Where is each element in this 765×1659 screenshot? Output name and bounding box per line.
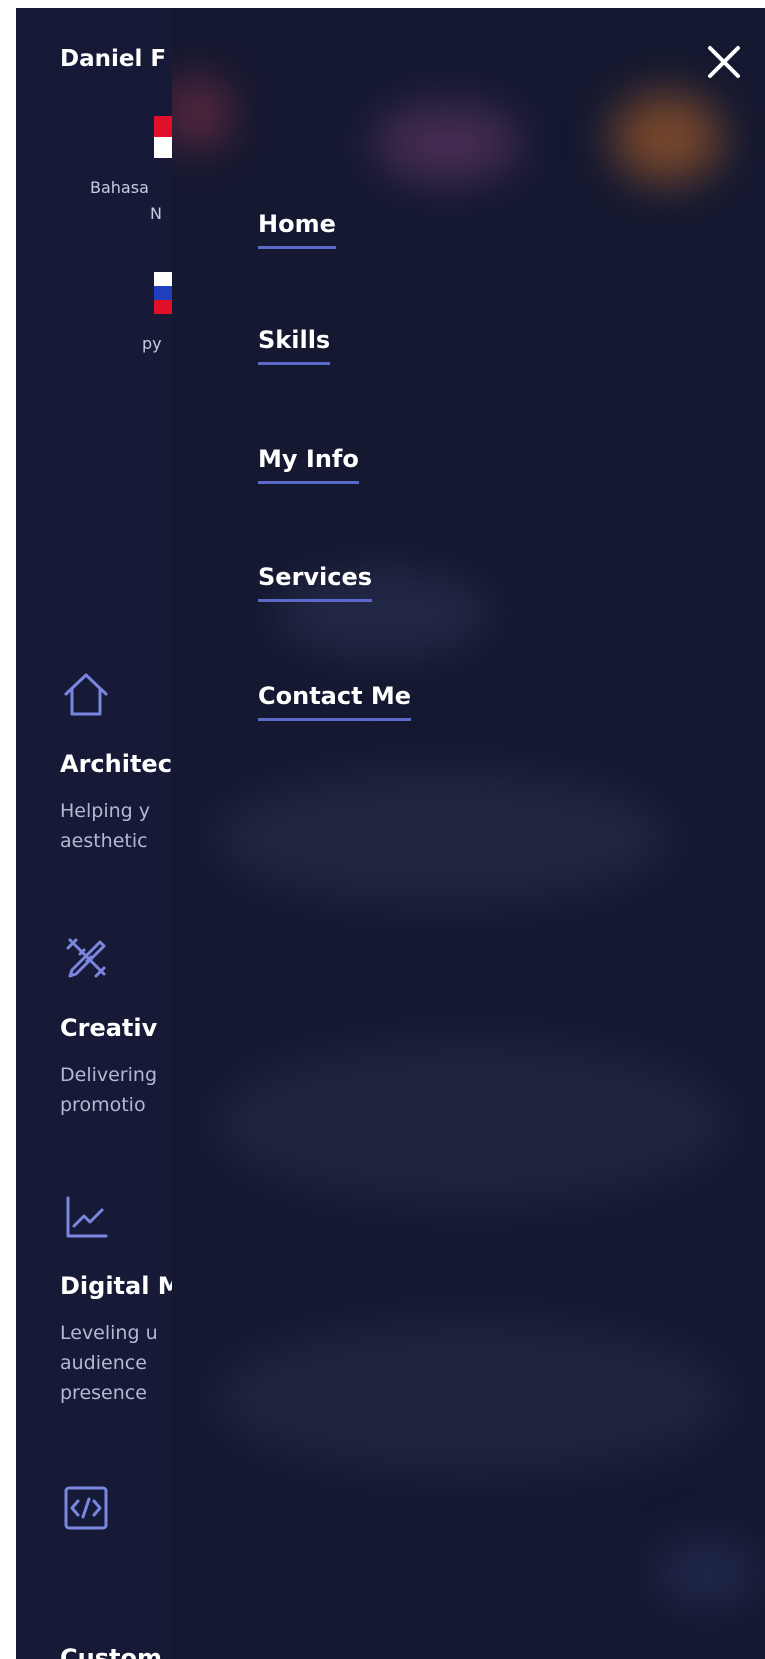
nav-item-home[interactable]: Home xyxy=(258,210,336,249)
service-description: Leveling u audience presence xyxy=(60,1322,158,1404)
service-title: Architec xyxy=(60,750,172,778)
language-label-russian[interactable]: ру xyxy=(142,334,162,353)
service-description: Helping y aesthetic xyxy=(60,800,150,852)
nav-item-contact-me[interactable]: Contact Me xyxy=(258,682,412,721)
service-description: Delivering promotio xyxy=(60,1064,158,1116)
site-name[interactable]: Daniel F xyxy=(60,46,166,72)
home-icon xyxy=(64,673,108,716)
ruler-pencil-icon xyxy=(66,938,106,978)
close-icon[interactable] xyxy=(700,38,748,86)
nav-item-services[interactable]: Services xyxy=(258,563,373,602)
code-icon xyxy=(64,1486,108,1530)
service-title: Custom xyxy=(60,1644,162,1659)
line-chart-icon xyxy=(66,1196,108,1238)
nav-drawer: Home Skills My Info Services Contact Me xyxy=(172,8,765,1659)
language-label-indonesian-line2[interactable]: N xyxy=(150,204,162,223)
nav-item-my-info[interactable]: My Info xyxy=(258,445,359,484)
service-title: Digital M xyxy=(60,1272,182,1300)
language-label-indonesian[interactable]: Bahasa xyxy=(90,178,149,197)
service-title: Creativ xyxy=(60,1014,158,1042)
nav-item-skills[interactable]: Skills xyxy=(258,326,331,365)
screen: Daniel F Bahasa N ру Architec Helping y … xyxy=(0,0,765,1659)
